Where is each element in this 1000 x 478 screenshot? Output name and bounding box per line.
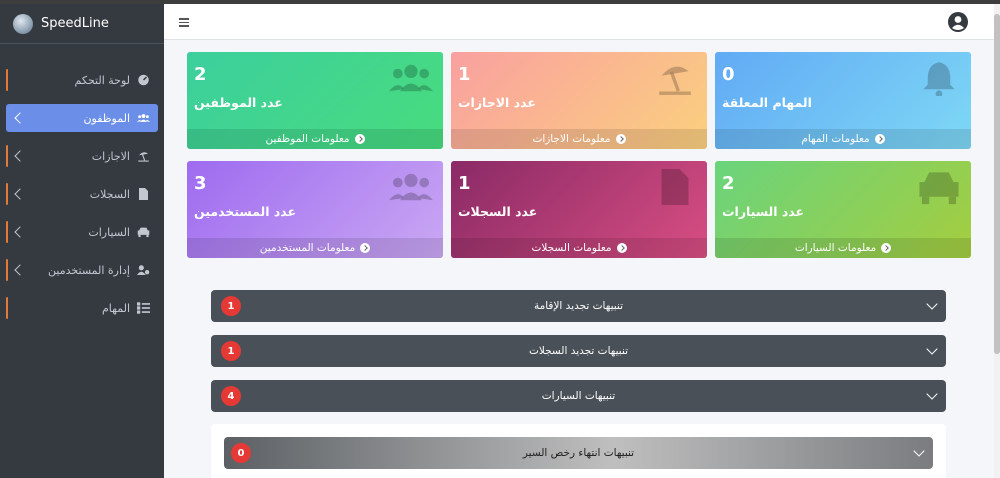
cars-alerts[interactable]: 4 تنبيهات السيارات (211, 380, 946, 412)
umbrella-beach-icon (653, 60, 697, 96)
alert-count-badge: 1 (221, 296, 241, 316)
sidebar-item-cars[interactable]: السيارات (6, 218, 158, 246)
sidebar-nav: لوحة التحكم الموظفون الاجازات السجلات ال… (0, 44, 164, 322)
accordion-label: تنبيهات انتهاء رخص السير (522, 447, 635, 459)
dashboard-icon (136, 74, 150, 86)
chevron-down-icon (926, 343, 938, 355)
user-account-icon[interactable] (948, 12, 968, 32)
sidebar-item-label: المهام (102, 301, 130, 315)
arrow-circle-right-icon (616, 243, 627, 253)
sidebar-item-vacations[interactable]: الاجازات (6, 142, 158, 170)
alert-count-badge: 0 (231, 443, 251, 463)
records-info-link[interactable]: معلومات السجلات (451, 238, 707, 258)
sidebar-item-label: الموظفون (83, 111, 130, 125)
file-icon (136, 188, 150, 200)
page-scrollbar[interactable] (994, 4, 1000, 478)
arrow-circle-right-icon (360, 243, 371, 253)
accordion-label: تنبيهات تجديد السجلات (528, 345, 629, 357)
arrow-circle-right-icon (615, 134, 626, 144)
vacations-card: 1 عدد الاجازات معلومات الاجازات (451, 52, 707, 149)
records-card: 1 عدد السجلات معلومات السجلات (451, 161, 707, 258)
chevron-down-icon (913, 445, 925, 457)
cars-count: 2 (722, 173, 735, 194)
employees-info-link[interactable]: معلومات الموظفين (187, 129, 443, 149)
employees-count: 2 (194, 64, 207, 85)
chevron-left-icon (14, 264, 26, 276)
users-icon (389, 60, 433, 96)
sidebar-item-employees[interactable]: الموظفون (6, 104, 158, 132)
users-icon (136, 112, 150, 124)
user-cog-icon (136, 264, 150, 276)
top-navbar (164, 4, 994, 40)
sidebar-item-label: الاجازات (91, 149, 130, 163)
cars-title: عدد السيارات (722, 204, 805, 219)
records-title: عدد السجلات (458, 204, 538, 219)
accordion-label: تنبيهات تجديد الإقامة (533, 300, 624, 312)
accordion-label: تنبيهات السيارات (541, 390, 616, 402)
chevron-left-icon (14, 188, 26, 200)
license-expiry-alerts[interactable]: 0 تنبيهات انتهاء رخص السير (224, 437, 933, 469)
alert-count-badge: 4 (221, 386, 241, 406)
records-link-label: معلومات السجلات (531, 242, 612, 254)
employees-title: عدد الموظفين (194, 95, 283, 110)
users-info-link[interactable]: معلومات المستخدمين (187, 238, 443, 258)
records-renewal-alerts[interactable]: 1 تنبيهات تجديد السجلات (211, 335, 946, 367)
car-icon (136, 226, 150, 238)
residency-renewal-alerts[interactable]: 1 تنبيهات تجديد الإقامة (211, 290, 946, 322)
users-link-label: معلومات المستخدمين (259, 242, 356, 254)
chevron-left-icon (14, 226, 26, 238)
brand-name: SpeedLine (41, 16, 109, 31)
menu-toggle-icon[interactable] (179, 18, 189, 29)
employees-link-label: معلومات الموظفين (265, 133, 350, 145)
arrow-circle-right-icon (881, 243, 892, 253)
sidebar-item-label: لوحة التحكم (74, 73, 130, 87)
chevron-left-icon (14, 112, 26, 124)
chevron-left-icon (14, 150, 26, 162)
users-icon (389, 169, 433, 205)
sidebar: SpeedLine لوحة التحكم الموظفون الاجازات (0, 4, 164, 478)
users-title: عدد المستخدمين (194, 204, 297, 219)
vacations-title: عدد الاجازات (458, 95, 536, 110)
tasks-card: 0 المهام المعلقة معلومات المهام (715, 52, 971, 149)
users-card: 3 عدد المستخدمين معلومات المستخدمين (187, 161, 443, 258)
brand-logo (13, 13, 33, 34)
tasks-link-label: معلومات المهام (801, 133, 870, 145)
arrow-circle-right-icon (874, 134, 885, 144)
cars-link-label: معلومات السيارات (794, 242, 877, 254)
tasks-info-link[interactable]: معلومات المهام (715, 129, 971, 149)
cars-info-link[interactable]: معلومات السيارات (715, 238, 971, 258)
vacations-info-link[interactable]: معلومات الاجازات (451, 129, 707, 149)
brand-link[interactable]: SpeedLine (0, 4, 164, 44)
users-count: 3 (194, 173, 207, 194)
vacations-link-label: معلومات الاجازات (532, 133, 611, 145)
cars-card: 2 عدد السيارات معلومات السيارات (715, 161, 971, 258)
sidebar-item-records[interactable]: السجلات (6, 180, 158, 208)
sidebar-item-dashboard[interactable]: لوحة التحكم (6, 66, 158, 94)
alert-count-badge: 1 (221, 341, 241, 361)
vacations-count: 1 (458, 64, 471, 85)
bell-icon (917, 60, 961, 98)
arrow-circle-right-icon (354, 134, 365, 144)
tasks-icon (136, 302, 150, 314)
sidebar-item-user-management[interactable]: إدارة المستخدمين (6, 256, 158, 284)
records-count: 1 (458, 173, 471, 194)
sidebar-item-label: السيارات (88, 225, 130, 239)
employees-card: 2 عدد الموظفين معلومات الموظفين (187, 52, 443, 149)
tasks-count: 0 (722, 64, 735, 85)
car-icon (917, 169, 961, 205)
file-icon (653, 169, 697, 205)
umbrella-beach-icon (136, 150, 150, 162)
chevron-down-icon (926, 388, 938, 400)
tasks-title: المهام المعلقة (722, 95, 812, 110)
sidebar-item-label: السجلات (89, 187, 130, 201)
sidebar-item-label: إدارة المستخدمين (48, 263, 130, 277)
scrollbar-thumb[interactable] (994, 14, 1000, 354)
sidebar-item-tasks[interactable]: المهام (6, 294, 158, 322)
chevron-down-icon (926, 298, 938, 310)
